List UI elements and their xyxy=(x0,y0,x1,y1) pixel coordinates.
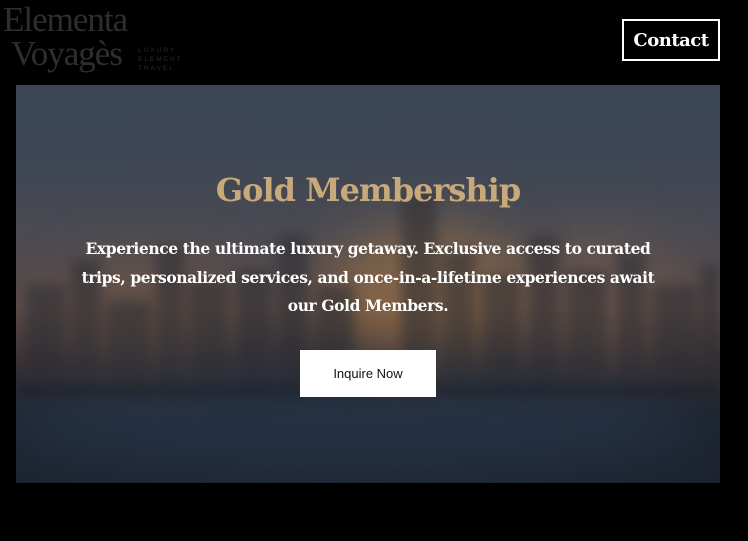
logo-wordmark-line1: Elementa xyxy=(3,0,128,39)
contact-button[interactable]: Contact xyxy=(622,19,720,61)
logo-tagline-line: LUXURY xyxy=(138,47,177,54)
hero-title: Gold Membership xyxy=(215,171,521,209)
hero-section: Gold Membership Experience the ultimate … xyxy=(16,85,720,483)
logo-tagline-line: ELEMENT xyxy=(138,56,183,63)
brand-logo[interactable]: Elementa Voyagès LUXURY ELEMENT TRAVEL xyxy=(3,2,183,78)
logo-tagline-line: TRAVEL xyxy=(138,65,175,72)
hero-content: Gold Membership Experience the ultimate … xyxy=(16,85,720,483)
logo-wordmark-line2: Voyagès xyxy=(11,34,123,73)
inquire-now-button[interactable]: Inquire Now xyxy=(300,350,436,397)
hero-description: Experience the ultimate luxury getaway. … xyxy=(81,239,655,315)
logo-tagline: LUXURY ELEMENT TRAVEL xyxy=(138,46,188,73)
